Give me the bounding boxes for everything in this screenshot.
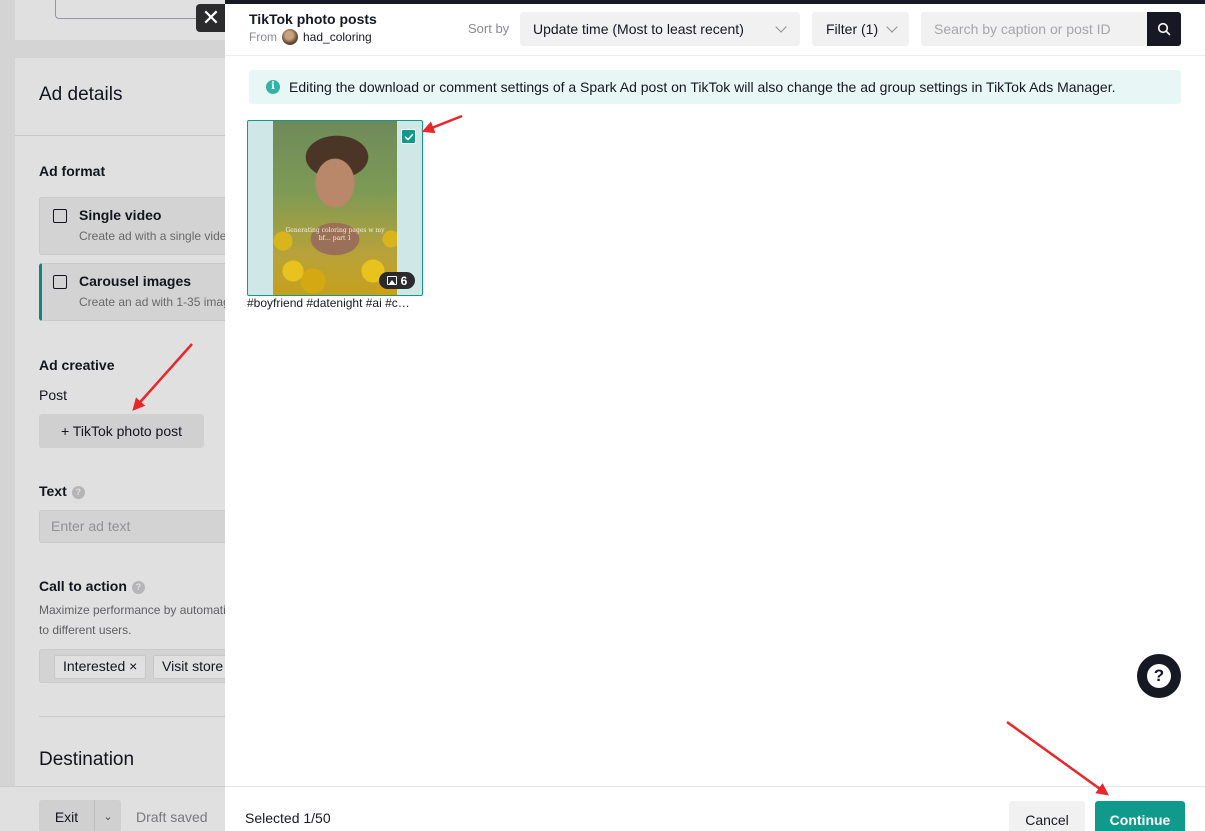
selected-count: Selected 1/50 xyxy=(245,810,331,826)
drawer-footer: Selected 1/50 Cancel Continue xyxy=(225,786,1205,831)
photo-posts-drawer: TikTok photo posts From had_coloring Sor… xyxy=(225,0,1205,831)
post-thumbnail: Generating coloring pages w my bf… part … xyxy=(273,121,397,295)
image-count: 6 xyxy=(400,273,408,288)
info-message: Editing the download or comment settings… xyxy=(289,79,1116,95)
filter-button[interactable]: Filter (1) xyxy=(812,12,909,46)
drawer-source: From had_coloring xyxy=(249,29,372,45)
sort-label: Sort by xyxy=(468,21,510,36)
search-box xyxy=(921,12,1181,46)
filter-label: Filter (1) xyxy=(826,21,879,37)
divider xyxy=(225,55,1205,56)
account-name: had_coloring xyxy=(303,30,372,44)
continue-button[interactable]: Continue xyxy=(1095,801,1185,831)
info-icon: i xyxy=(266,80,280,94)
chevron-down-icon xyxy=(886,21,898,33)
close-icon[interactable]: ✕ xyxy=(196,4,226,32)
search-input[interactable] xyxy=(921,12,1147,46)
sort-value: Update time (Most to least recent) xyxy=(533,21,744,37)
from-label: From xyxy=(249,30,277,44)
sort-select[interactable]: Update time (Most to least recent) xyxy=(520,12,800,46)
post-card[interactable]: Generating coloring pages w my bf… part … xyxy=(247,120,423,296)
drawer-title: TikTok photo posts xyxy=(249,11,377,27)
image-count-badge: 6 xyxy=(379,272,415,289)
chevron-down-icon xyxy=(775,21,787,33)
image-icon xyxy=(386,276,397,285)
drawer-top-border xyxy=(225,0,1205,4)
post-checkbox[interactable] xyxy=(401,129,416,144)
avatar xyxy=(282,29,298,45)
post-caption: #boyfriend #datenight #ai #c… xyxy=(247,296,410,310)
thumbnail-overlay-text: Generating coloring pages w my bf… part … xyxy=(285,227,385,242)
search-button[interactable] xyxy=(1147,12,1181,46)
help-icon: ? xyxy=(1147,664,1171,688)
cancel-button[interactable]: Cancel xyxy=(1009,801,1085,831)
search-icon xyxy=(1157,22,1171,36)
checkmark-icon xyxy=(404,133,413,140)
help-button[interactable]: ? xyxy=(1137,654,1181,698)
info-banner: i Editing the download or comment settin… xyxy=(249,70,1181,104)
